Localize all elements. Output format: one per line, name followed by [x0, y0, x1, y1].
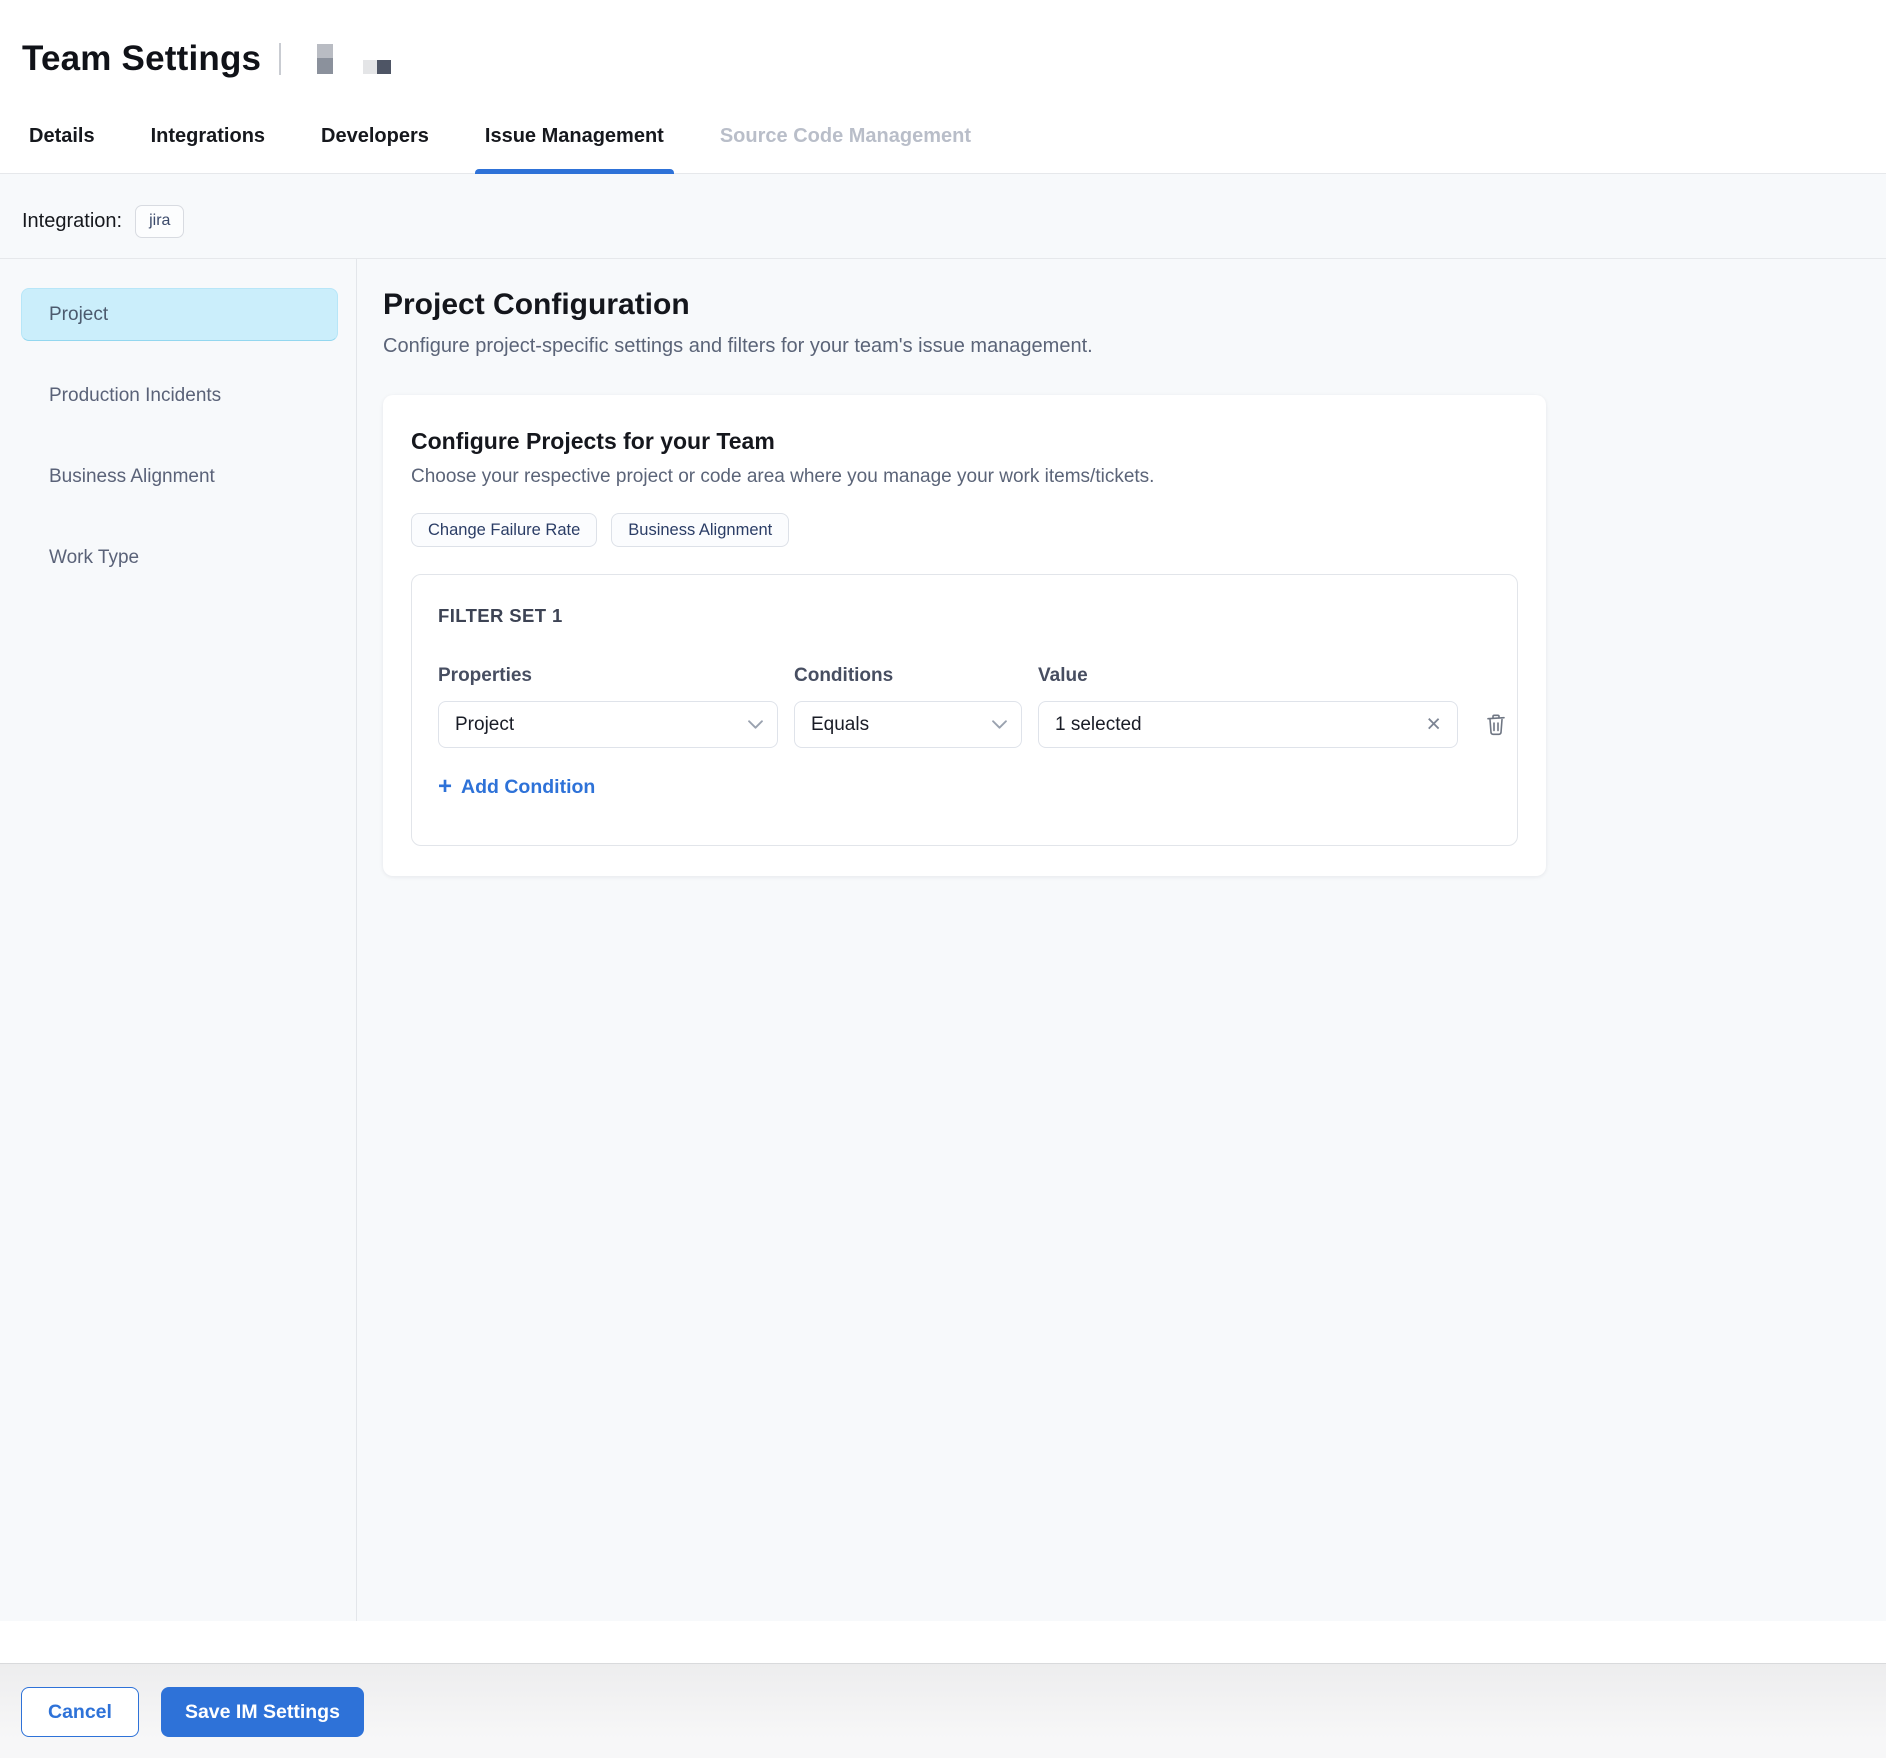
sidebar-item-label: Production Incidents	[49, 385, 221, 407]
add-condition-label: Add Condition	[461, 776, 595, 799]
filter-set-panel: FILTER SET 1 Properties Conditions Value…	[411, 574, 1518, 846]
add-condition-button[interactable]: + Add Condition	[438, 775, 595, 799]
property-select-value: Project	[455, 714, 514, 736]
cancel-button[interactable]: Cancel	[21, 1687, 139, 1737]
conditions-column-label: Conditions	[794, 665, 1022, 687]
condition-select-value: Equals	[811, 714, 869, 736]
sidebar-item-business-alignment[interactable]: Business Alignment	[21, 450, 338, 503]
card-subtitle: Choose your respective project or code a…	[411, 466, 1518, 488]
content-area: Project Production Incidents Business Al…	[0, 259, 1886, 1621]
sidebar-item-label: Project	[49, 304, 108, 326]
section-title: Project Configuration	[383, 288, 1886, 322]
page-header: Team Settings	[0, 0, 1886, 90]
section-subtitle: Configure project-specific settings and …	[383, 335, 1886, 358]
sidebar-item-label: Work Type	[49, 547, 139, 569]
clear-selection-icon[interactable]: ×	[1424, 712, 1443, 737]
value-multiselect[interactable]: 1 selected ×	[1038, 701, 1458, 748]
spacer	[1474, 665, 1518, 687]
sidebar-item-work-type[interactable]: Work Type	[21, 531, 338, 584]
tab-integrations[interactable]: Integrations	[151, 125, 265, 173]
property-select[interactable]: Project	[438, 701, 778, 748]
save-im-settings-button[interactable]: Save IM Settings	[161, 1687, 364, 1737]
value-column-label: Value	[1038, 665, 1458, 687]
redacted-team-name	[317, 44, 391, 74]
tab-source-code-management[interactable]: Source Code Management	[720, 125, 971, 173]
trash-icon	[1485, 712, 1507, 737]
tab-bar: Details Integrations Developers Issue Ma…	[0, 90, 1886, 174]
configure-projects-card: Configure Projects for your Team Choose …	[383, 395, 1546, 876]
footer-action-bar: Cancel Save IM Settings	[0, 1663, 1886, 1758]
integration-label: Integration:	[22, 210, 122, 233]
tab-developers[interactable]: Developers	[321, 125, 429, 173]
project-chip-row: Change Failure Rate Business Alignment	[411, 513, 1518, 547]
footer-spacer	[0, 1621, 1886, 1663]
value-selected-count: 1 selected	[1055, 714, 1142, 736]
sidebar-item-label: Business Alignment	[49, 466, 215, 488]
condition-select[interactable]: Equals	[794, 701, 1022, 748]
team-settings-page: Team Settings Details Integrations Devel…	[0, 0, 1886, 1760]
chip-change-failure-rate[interactable]: Change Failure Rate	[411, 513, 597, 547]
redacted-text-block	[363, 60, 391, 74]
integration-badge-jira: jira	[135, 205, 184, 238]
sidebar-item-project[interactable]: Project	[21, 288, 338, 341]
tab-issue-management[interactable]: Issue Management	[485, 125, 664, 173]
chip-business-alignment[interactable]: Business Alignment	[611, 513, 789, 547]
title-separator	[279, 43, 281, 75]
redacted-text-block	[317, 44, 333, 74]
chevron-down-icon	[992, 720, 1007, 730]
main-panel: Project Configuration Configure project-…	[357, 259, 1886, 1621]
card-title: Configure Projects for your Team	[411, 428, 1518, 455]
tab-details[interactable]: Details	[29, 125, 95, 173]
sidebar-item-production-incidents[interactable]: Production Incidents	[21, 369, 338, 422]
chevron-down-icon	[748, 720, 763, 730]
integration-row: Integration: jira	[0, 174, 1886, 259]
settings-sidebar: Project Production Incidents Business Al…	[0, 259, 357, 1621]
properties-column-label: Properties	[438, 665, 778, 687]
delete-filter-button[interactable]	[1474, 701, 1518, 748]
page-title: Team Settings	[22, 39, 261, 79]
plus-icon: +	[438, 775, 452, 799]
filter-condition-row: Properties Conditions Value Project Equa…	[438, 665, 1491, 748]
filter-set-title: FILTER SET 1	[438, 605, 1491, 627]
